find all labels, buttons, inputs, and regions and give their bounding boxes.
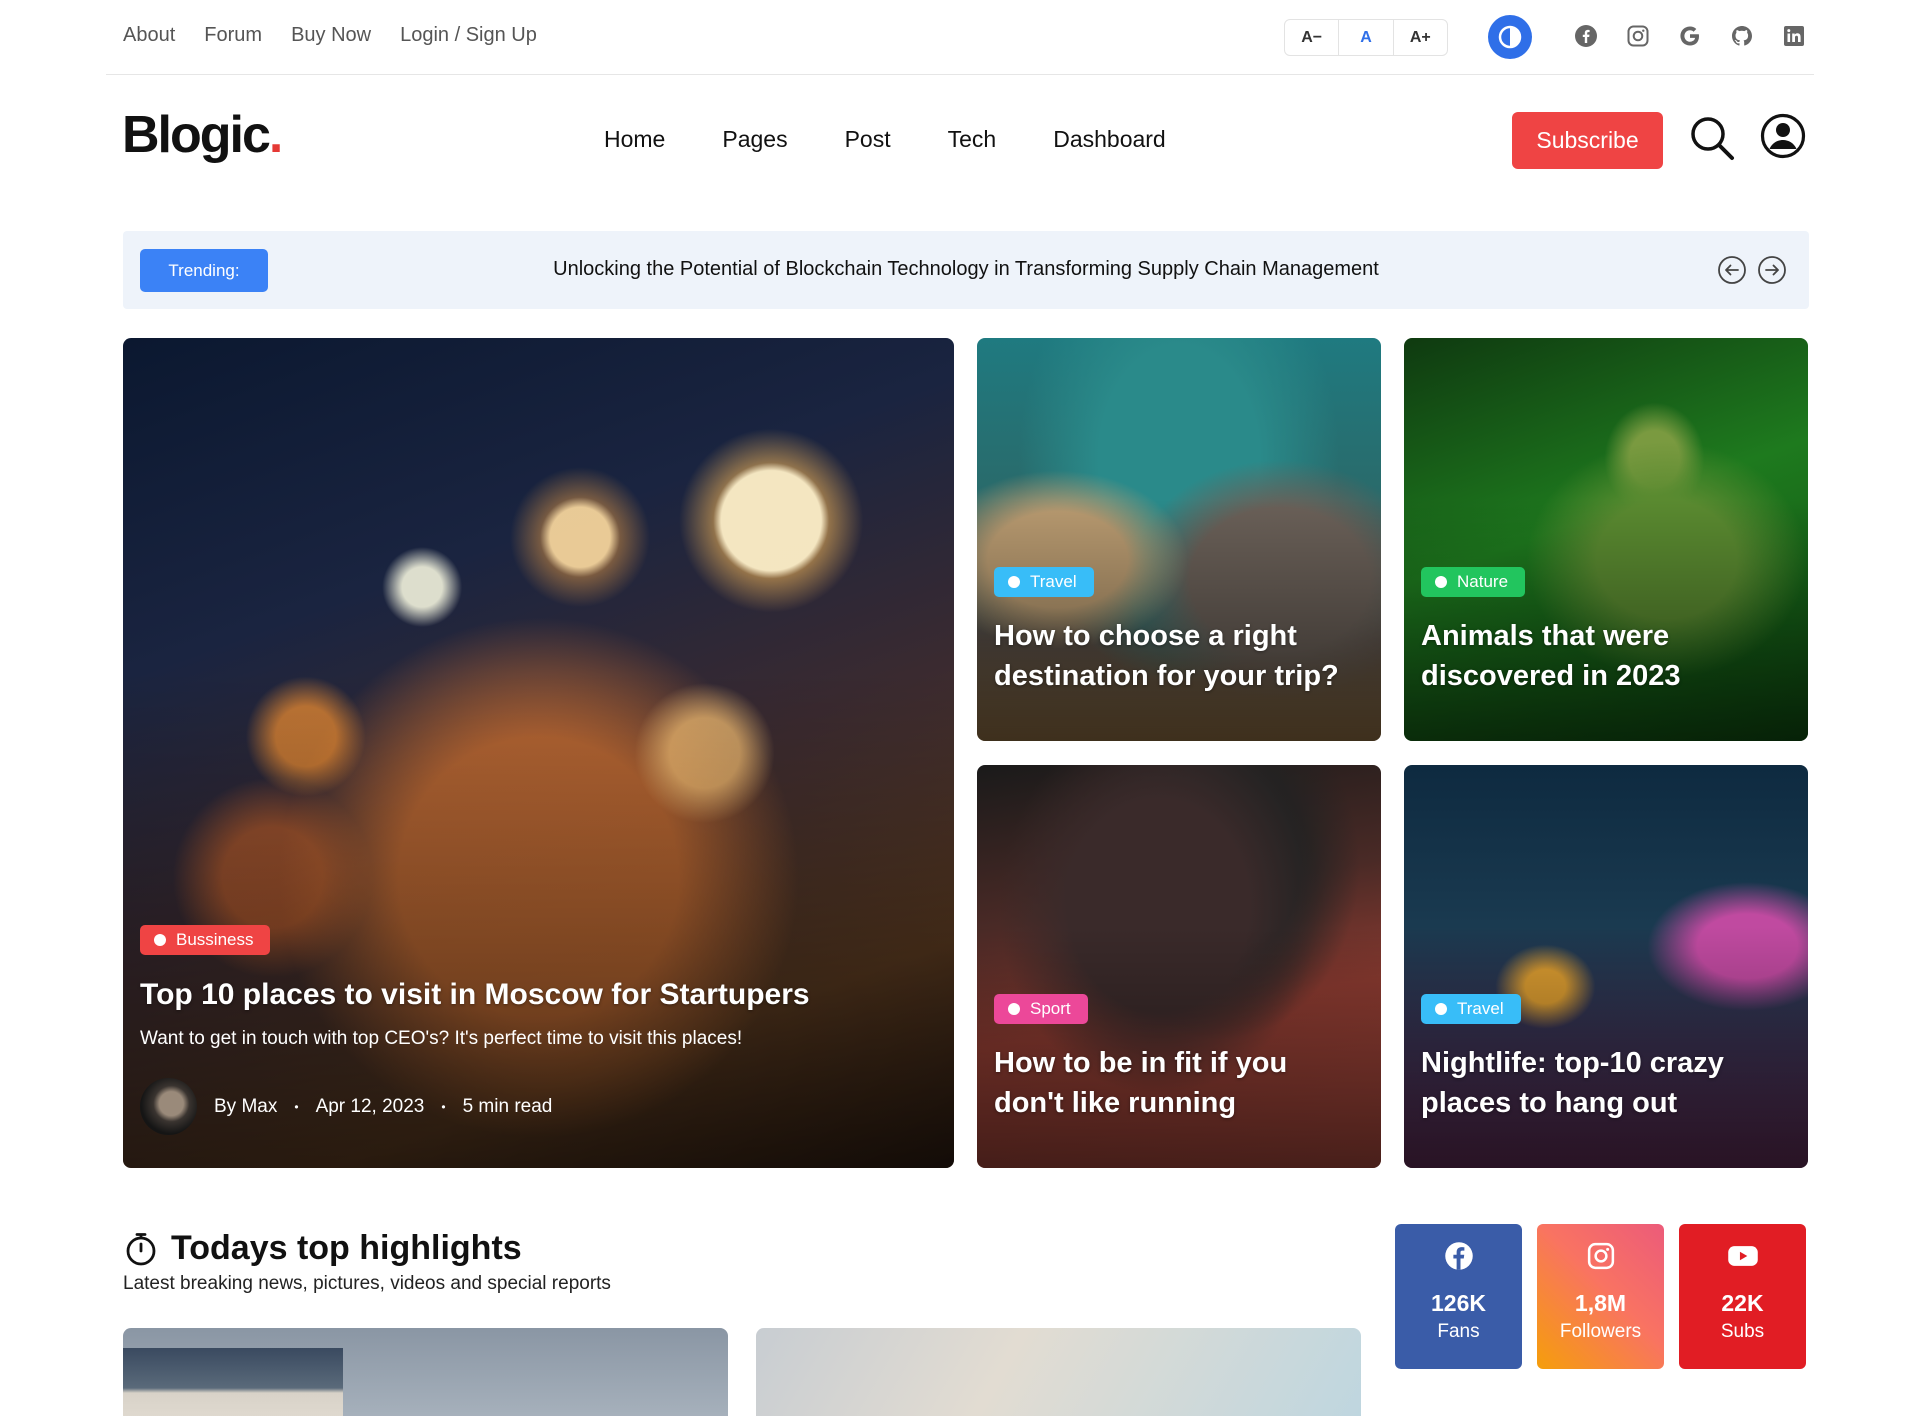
stat-label: Subs: [1720, 1321, 1765, 1342]
instagram-icon: [1586, 1240, 1616, 1272]
font-size-control: A− A A+: [1284, 19, 1448, 56]
stat-count: 126K: [1431, 1290, 1486, 1316]
instagram-stat-card[interactable]: 1,8M Followers: [1537, 1224, 1664, 1369]
youtube-icon: [1727, 1240, 1759, 1272]
site-logo[interactable]: Blogic.: [122, 105, 284, 165]
post-excerpt: Want to get in touch with top CEO's? It'…: [140, 1028, 743, 1049]
meta-separator: •: [294, 1099, 299, 1114]
category-badge[interactable]: Sport: [994, 994, 1088, 1024]
post-title[interactable]: Animals that were discovered in 2023: [1421, 616, 1781, 696]
post-meta: By Max • Apr 12, 2023 • 5 min read: [140, 1078, 552, 1135]
nav-dashboard[interactable]: Dashboard: [1053, 126, 1166, 153]
stopwatch-icon: [126, 1232, 156, 1265]
category-label: Travel: [1457, 999, 1504, 1018]
logo-dot: .: [268, 106, 284, 164]
github-icon[interactable]: [1728, 22, 1756, 50]
nav-post[interactable]: Post: [845, 126, 891, 153]
section-subtitle: Latest breaking news, pictures, videos a…: [123, 1273, 611, 1294]
facebook-icon[interactable]: [1572, 22, 1600, 50]
featured-card[interactable]: Nature Animals that were discovered in 2…: [1404, 338, 1808, 741]
post-title[interactable]: Top 10 places to visit in Moscow for Sta…: [140, 978, 810, 1012]
author-avatar[interactable]: [140, 1078, 197, 1135]
search-icon[interactable]: [1688, 114, 1736, 167]
stat-label: Fans: [1437, 1321, 1480, 1342]
badge-dot: [1008, 1003, 1020, 1015]
category-label: Nature: [1457, 572, 1509, 591]
post-title[interactable]: Nightlife: top-10 crazy places to hang o…: [1421, 1043, 1781, 1123]
top-link-login-signup[interactable]: Login / Sign Up: [400, 24, 537, 47]
top-bar: About Forum Buy Now Login / Sign Up A− A…: [106, 0, 1814, 75]
meta-separator: •: [441, 1099, 446, 1114]
font-increase-button[interactable]: A+: [1394, 20, 1447, 55]
font-decrease-button[interactable]: A−: [1285, 20, 1340, 55]
nav-pages[interactable]: Pages: [722, 126, 787, 153]
badge-dot: [1435, 576, 1447, 588]
theme-toggle-button[interactable]: [1488, 15, 1532, 59]
facebook-icon: [1444, 1240, 1474, 1272]
top-link-forum[interactable]: Forum: [204, 24, 262, 47]
trending-headline[interactable]: Unlocking the Potential of Blockchain Te…: [123, 258, 1809, 281]
arrow-left-icon[interactable]: [1717, 255, 1747, 285]
highlight-thumbnail[interactable]: [756, 1328, 1361, 1416]
arrow-right-icon[interactable]: [1757, 255, 1787, 285]
category-label: Sport: [1030, 999, 1071, 1018]
section-title: Todays top highlights: [171, 1229, 522, 1267]
subscribe-button[interactable]: Subscribe: [1512, 112, 1663, 169]
trending-arrows: [1717, 255, 1787, 285]
linkedin-icon[interactable]: [1780, 22, 1808, 50]
category-badge[interactable]: Bussiness: [140, 925, 271, 955]
instagram-icon[interactable]: [1624, 22, 1652, 50]
top-link-buy-now[interactable]: Buy Now: [291, 24, 371, 47]
post-title[interactable]: How to choose a right destination for yo…: [994, 616, 1354, 696]
stat-count: 1,8M: [1574, 1290, 1627, 1316]
user-account-icon[interactable]: [1760, 113, 1806, 164]
stat-label: Followers: [1559, 1321, 1642, 1342]
main-nav: Home Pages Post Tech Dashboard: [604, 126, 1166, 153]
nav-home[interactable]: Home: [604, 126, 665, 153]
nav-tech[interactable]: Tech: [948, 126, 997, 153]
font-normal-button[interactable]: A: [1339, 20, 1394, 55]
trending-bar: Trending: Unlocking the Potential of Blo…: [123, 231, 1809, 309]
top-links: About Forum Buy Now Login / Sign Up: [123, 24, 537, 47]
post-title[interactable]: How to be in fit if you don't like runni…: [994, 1043, 1354, 1123]
building-image: [123, 1348, 343, 1416]
top-link-about[interactable]: About: [123, 24, 175, 47]
facebook-stat-card[interactable]: 126K Fans: [1395, 1224, 1522, 1369]
post-author[interactable]: By Max: [214, 1096, 277, 1118]
featured-card[interactable]: Travel How to choose a right destination…: [977, 338, 1381, 741]
featured-main-card[interactable]: Bussiness Top 10 places to visit in Mosc…: [123, 338, 954, 1168]
youtube-stat-card[interactable]: 22K Subs: [1679, 1224, 1806, 1369]
category-badge[interactable]: Travel: [1421, 994, 1521, 1024]
logo-text: Blogic: [122, 106, 271, 164]
badge-dot: [154, 934, 166, 946]
social-links: [1572, 22, 1808, 50]
category-badge[interactable]: Nature: [1421, 567, 1526, 597]
highlights-header: Todays top highlights: [123, 1229, 522, 1268]
stat-count: 22K: [1721, 1290, 1764, 1316]
contrast-icon: [1498, 25, 1522, 49]
badge-dot: [1435, 1003, 1447, 1015]
featured-card[interactable]: Travel Nightlife: top-10 crazy places to…: [1404, 765, 1808, 1168]
post-read-time: 5 min read: [462, 1095, 553, 1117]
category-label: Travel: [1030, 572, 1077, 591]
highlight-thumbnail[interactable]: [123, 1328, 728, 1416]
google-icon[interactable]: [1676, 22, 1704, 50]
category-badge[interactable]: Travel: [994, 567, 1094, 597]
featured-card[interactable]: Sport How to be in fit if you don't like…: [977, 765, 1381, 1168]
category-label: Bussiness: [176, 930, 254, 949]
post-date: Apr 12, 2023: [315, 1095, 425, 1117]
badge-dot: [1008, 576, 1020, 588]
